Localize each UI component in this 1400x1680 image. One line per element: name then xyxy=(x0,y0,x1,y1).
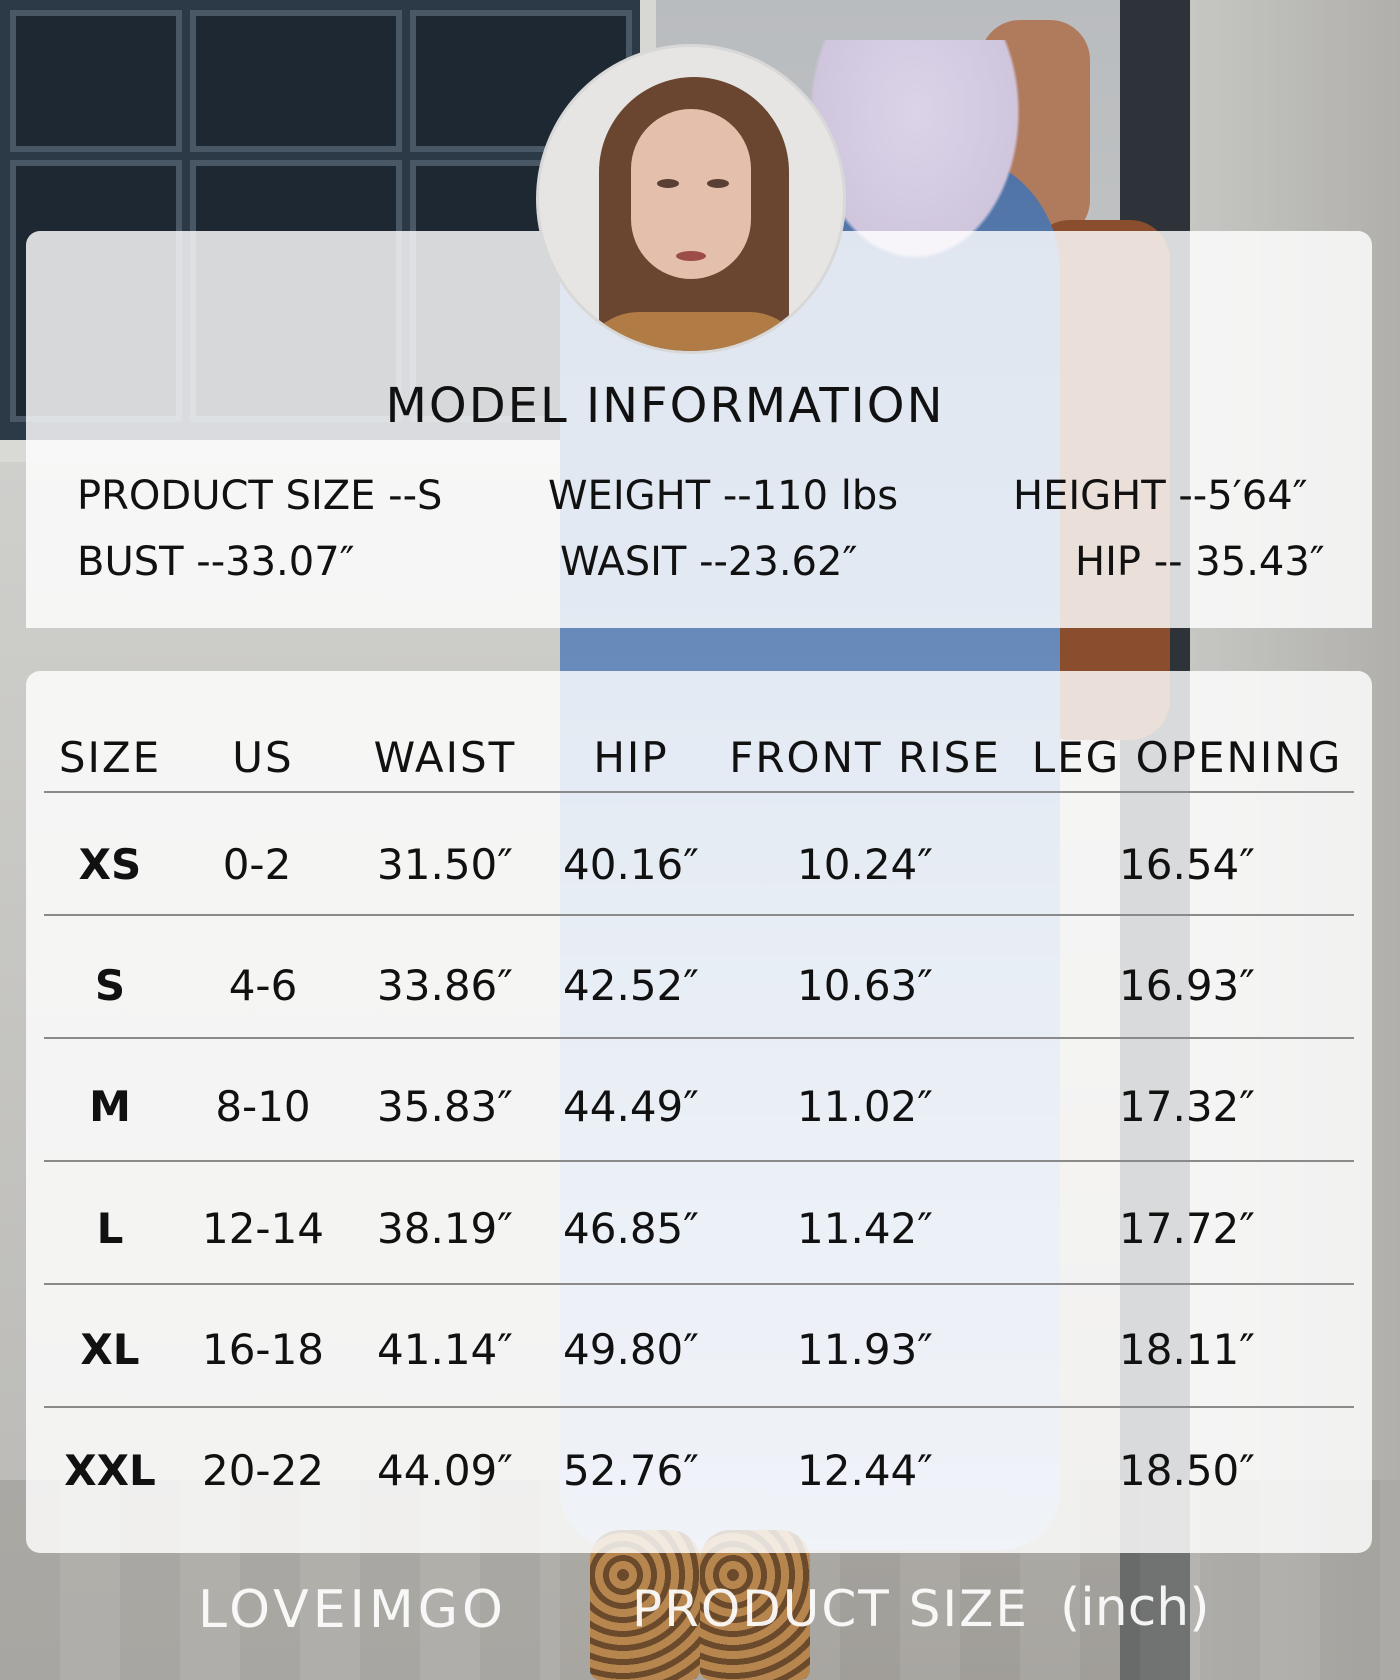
table-cell: 12-14 xyxy=(201,1204,325,1253)
table-cell: 11.93″ xyxy=(797,1325,933,1374)
header-leg-opening: LEG OPENING xyxy=(1031,733,1343,782)
model-info-title: MODEL INFORMATION xyxy=(385,378,945,434)
table-cell: 12.44″ xyxy=(797,1446,933,1495)
table-cell: 31.50″ xyxy=(377,840,513,889)
footer-title: PRODUCT SIZE xyxy=(632,1580,1030,1638)
header-divider xyxy=(44,791,1354,793)
header-waist: WAIST xyxy=(373,733,517,782)
table-cell: 46.85″ xyxy=(563,1204,699,1253)
table-cell: XXL xyxy=(64,1446,156,1495)
table-cell: XL xyxy=(80,1325,140,1374)
table-cell: 42.52″ xyxy=(563,961,699,1010)
table-cell: 38.19″ xyxy=(377,1204,513,1253)
brand-logo: LOVEIMGO xyxy=(198,1580,507,1640)
model-portrait xyxy=(536,44,846,354)
model-waist: WASIT --23.62″ xyxy=(560,539,858,585)
model-height: HEIGHT --5′64″ xyxy=(1013,473,1308,519)
table-cell: 18.50″ xyxy=(1119,1446,1255,1495)
table-cell: 41.14″ xyxy=(377,1325,513,1374)
model-bust: BUST --33.07″ xyxy=(77,539,355,585)
row-divider xyxy=(44,914,1354,916)
table-cell: L xyxy=(96,1204,124,1253)
table-cell: 18.11″ xyxy=(1119,1325,1255,1374)
table-cell: 44.49″ xyxy=(563,1082,699,1131)
table-cell: 40.16″ xyxy=(563,840,699,889)
table-cell: 10.24″ xyxy=(797,840,933,889)
table-cell: 0-2 xyxy=(222,840,292,889)
table-cell: 44.09″ xyxy=(377,1446,513,1495)
row-divider xyxy=(44,1160,1354,1162)
row-divider xyxy=(44,1283,1354,1285)
model-hip: HIP -- 35.43″ xyxy=(1075,539,1325,585)
table-cell: 33.86″ xyxy=(377,961,513,1010)
table-cell: 52.76″ xyxy=(563,1446,699,1495)
table-cell: 49.80″ xyxy=(563,1325,699,1374)
row-divider xyxy=(44,1037,1354,1039)
header-hip: HIP xyxy=(593,733,669,782)
header-front-rise: FRONT RISE xyxy=(729,733,1001,782)
table-cell: 16-18 xyxy=(201,1325,325,1374)
table-cell: 16.54″ xyxy=(1119,840,1255,889)
table-cell: 4-6 xyxy=(228,961,298,1010)
table-cell: M xyxy=(89,1082,131,1131)
table-cell: 8-10 xyxy=(215,1082,311,1131)
table-cell: 17.72″ xyxy=(1119,1204,1255,1253)
header-size: SIZE xyxy=(58,733,162,782)
model-product-size: PRODUCT SIZE --S xyxy=(77,473,443,519)
model-weight: WEIGHT --110 lbs xyxy=(548,473,899,519)
table-cell: 11.42″ xyxy=(797,1204,933,1253)
table-cell: 11.02″ xyxy=(797,1082,933,1131)
footer-unit: (inch) xyxy=(1060,1578,1210,1638)
table-cell: 10.63″ xyxy=(797,961,933,1010)
table-cell: 20-22 xyxy=(201,1446,325,1495)
table-cell: 35.83″ xyxy=(377,1082,513,1131)
row-divider xyxy=(44,1406,1354,1408)
table-cell: 17.32″ xyxy=(1119,1082,1255,1131)
header-us: US xyxy=(232,733,294,782)
table-cell: S xyxy=(94,961,126,1010)
table-cell: XS xyxy=(78,840,142,889)
table-cell: 16.93″ xyxy=(1119,961,1255,1010)
